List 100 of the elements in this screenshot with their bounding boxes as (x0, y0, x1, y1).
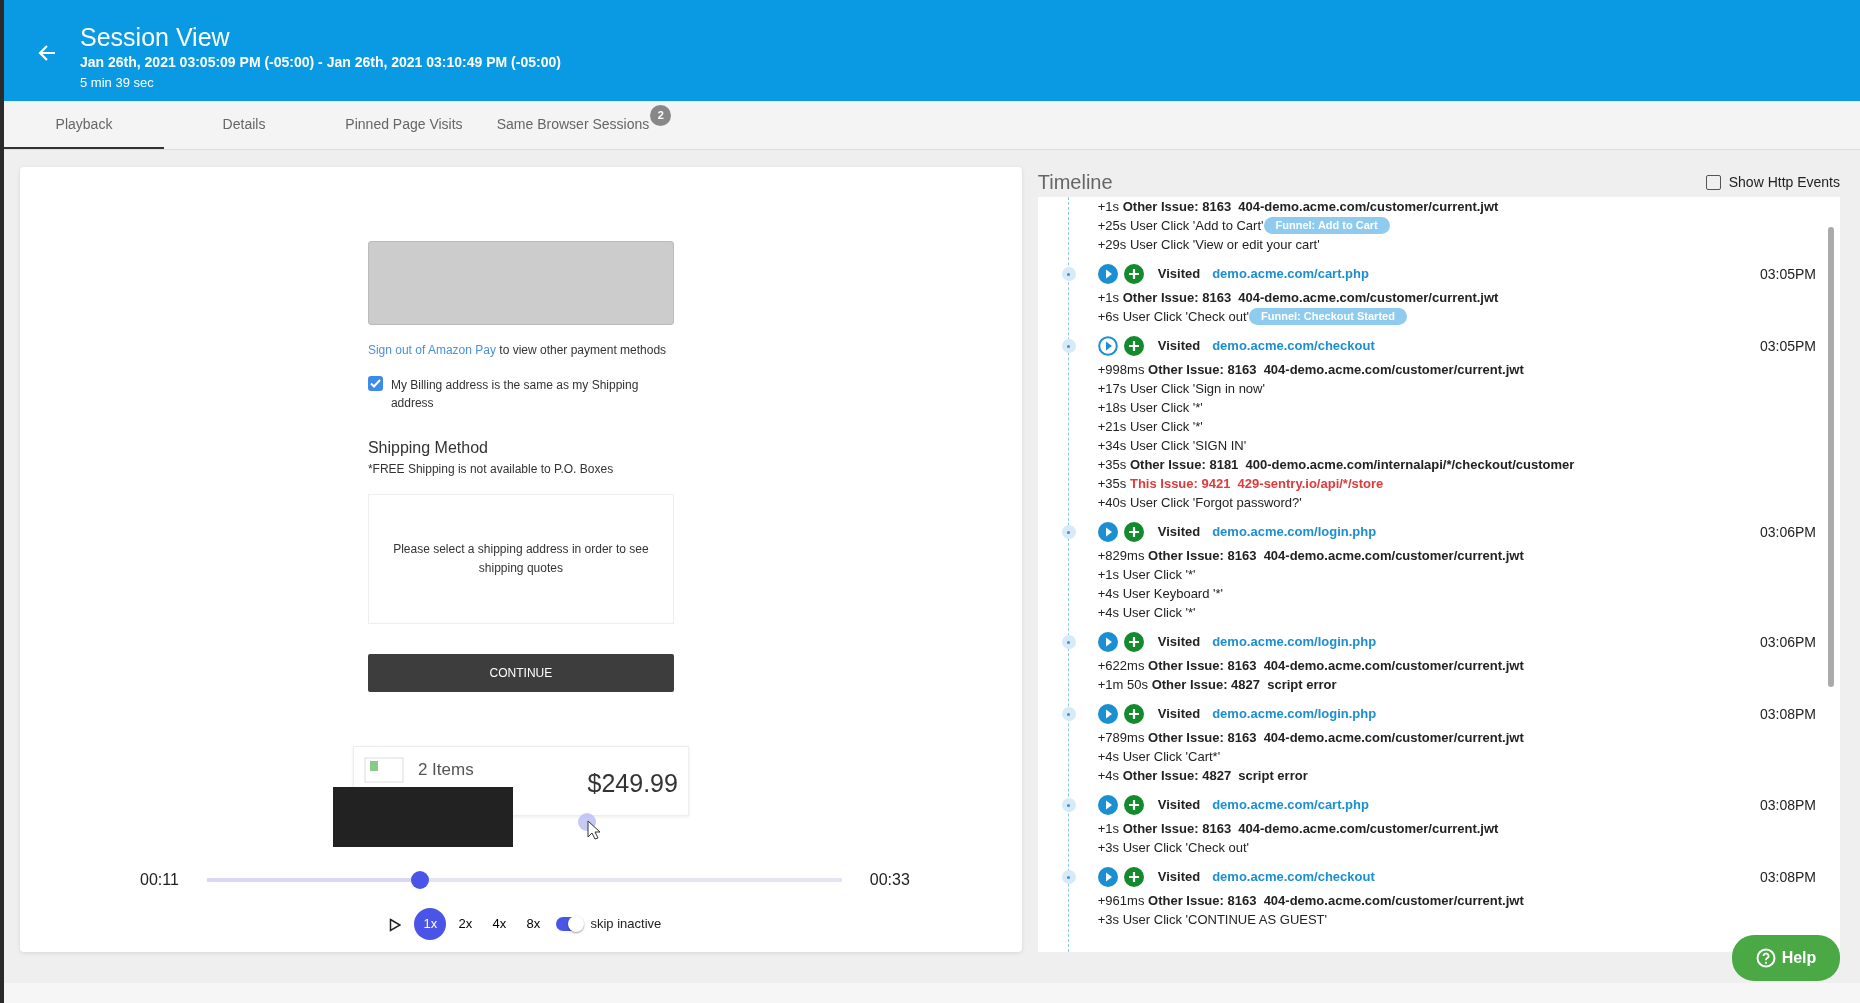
total-time: 00:33 (869, 870, 910, 890)
shipping-note: *FREE Shipping is not available to P.O. Boxes (367, 461, 615, 479)
page-link[interactable]: demo.acme.com/login.php (1212, 522, 1377, 542)
play-icon (389, 917, 402, 932)
visited-label: Visited (1157, 796, 1201, 815)
visit-time: 03:06PM (1759, 522, 1816, 542)
elapsed-time: 00:11 (140, 870, 179, 890)
page-link[interactable]: demo.acme.com/cart.php (1212, 264, 1369, 284)
tab[interactable]: Playback (4, 101, 164, 149)
visit-time: 03:08PM (1759, 867, 1816, 887)
visit-time: 03:05PM (1759, 264, 1816, 284)
add-icon[interactable] (1123, 522, 1144, 542)
add-icon[interactable] (1123, 795, 1144, 815)
shipping-message: Please select a shipping address in order to see shipping quotes (392, 541, 650, 578)
event-text: +1s Other Issue: 8163 404-demo.acme.com/customer/current.jwt (1096, 820, 1500, 838)
event-text: +34s User Click 'SIGN IN' (1096, 437, 1248, 455)
event-text: +789ms Other Issue: 8163 404-demo.acme.com/customer/current.jwt (1096, 729, 1525, 747)
event-text: +998ms Other Issue: 8163 404-demo.acme.com/customer/current.jwt (1096, 361, 1525, 379)
play-icon[interactable] (1097, 336, 1118, 356)
cart-total: $249.99 (587, 768, 678, 799)
event-text: +1s Other Issue: 8163 404-demo.acme.com/customer/current.jwt (1096, 289, 1500, 307)
play-icon[interactable] (1097, 264, 1118, 284)
page-link[interactable]: demo.acme.com/login.php (1212, 704, 1377, 724)
visit-time: 03:08PM (1759, 704, 1816, 724)
toggle-label: skip inactive (590, 915, 662, 934)
add-icon[interactable] (1123, 704, 1144, 724)
play-icon[interactable] (1097, 704, 1118, 724)
visited-label: Visited (1157, 337, 1201, 356)
play-icon[interactable] (1097, 522, 1118, 542)
timeline-node-icon (1061, 339, 1076, 353)
count-badge: 2 (650, 105, 672, 126)
toggle-switch[interactable] (556, 917, 583, 931)
speed-button[interactable]: 1x (414, 908, 447, 940)
event-text: +4s User Click '*' (1096, 604, 1197, 622)
signout-link[interactable]: Sign out of Amazon Pay (367, 343, 496, 357)
scrollbar[interactable] (1828, 227, 1834, 687)
event-text: +622ms Other Issue: 8163 404-demo.acme.com/customer/current.jwt (1096, 657, 1525, 675)
funnel-tag: Funnel: Checkout Started (1249, 308, 1407, 325)
event-text: +1s User Click '*' (1096, 566, 1197, 584)
event-text: +40s User Click 'Forgot password?' (1096, 494, 1303, 512)
continue-button[interactable]: CONTINUE (367, 654, 674, 693)
session-duration: 5 min 39 sec (80, 73, 155, 92)
page-link[interactable]: demo.acme.com/login.php (1212, 632, 1377, 652)
timeline-node-icon (1061, 525, 1076, 539)
checkbox[interactable] (367, 376, 383, 392)
event-text: +4s User Keyboard '*' (1096, 585, 1225, 603)
event-text: +6s User Click 'Check out' (1097, 308, 1250, 326)
tab[interactable]: Same Browser Sessions 2 (484, 101, 684, 149)
add-icon[interactable] (1123, 867, 1144, 887)
cart-items: 2 Items (417, 759, 474, 781)
page-link[interactable]: demo.acme.com/checkout (1212, 867, 1375, 887)
event-text: +29s User Click 'View or edit your cart' (1096, 236, 1321, 254)
speed-button[interactable]: 4x (484, 909, 515, 939)
event-text: +18s User Click '*' (1096, 399, 1204, 417)
event-text: +35s Other Issue: 8181 400-demo.acme.com/internalapi/*/checkout/customer (1096, 456, 1576, 474)
back-arrow-icon[interactable] (38, 44, 56, 62)
timeline-node-icon (1061, 870, 1076, 884)
help-icon (1755, 948, 1776, 968)
payment-text: Sign out of Amazon Pay to view other payment methods (367, 342, 668, 359)
event-text: +25s User Click 'Add to Cart' (1097, 217, 1264, 235)
help-button[interactable]: Help (1732, 935, 1840, 981)
event-text: +35s This Issue: 9421 429-sentry.io/api/*/store (1096, 475, 1385, 493)
speed-button[interactable]: 2x (450, 909, 481, 939)
page-title: Session View (80, 24, 231, 52)
play-icon[interactable] (1097, 867, 1118, 887)
event-text: +3s User Click 'CONTINUE AS GUEST' (1096, 911, 1329, 929)
timeline-node-icon (1061, 267, 1076, 281)
section-heading: Shipping Method (367, 438, 489, 459)
play-icon[interactable] (1097, 632, 1118, 652)
visited-label: Visited (1157, 523, 1201, 542)
event-text: +829ms Other Issue: 8163 404-demo.acme.com/customer/current.jwt (1096, 547, 1525, 565)
visit-time: 03:05PM (1759, 336, 1816, 356)
event-text: +4s Other Issue: 4827 script error (1096, 767, 1309, 785)
visit-time: 03:08PM (1759, 795, 1816, 815)
visited-label: Visited (1157, 633, 1201, 652)
page-link[interactable]: demo.acme.com/checkout (1212, 336, 1375, 356)
visited-label: Visited (1157, 705, 1201, 724)
add-icon[interactable] (1123, 632, 1144, 652)
play-icon[interactable] (1097, 795, 1118, 815)
tab[interactable]: Details (164, 101, 324, 149)
event-text: +17s User Click 'Sign in now' (1096, 380, 1266, 398)
page-link[interactable]: demo.acme.com/cart.php (1212, 795, 1369, 815)
checkbox-label: My Billing address is the same as my Shipping address (390, 377, 640, 413)
event-text: +1s Other Issue: 8163 404-demo.acme.com/customer/current.jwt (1096, 198, 1500, 216)
add-icon[interactable] (1123, 336, 1144, 356)
session-range: Jan 26th, 2021 03:05:09 PM (-05:00) - Jan 26th, 2021 03:10:49 PM (-05:00) (80, 52, 561, 72)
panel-title: Timeline (1037, 170, 1113, 195)
timeline-node-icon (1061, 798, 1076, 812)
event-text: +21s User Click '*' (1096, 418, 1204, 436)
event-text: +3s User Click 'Check out' (1096, 839, 1251, 857)
funnel-tag: Funnel: Add to Cart (1263, 217, 1390, 234)
show-http-checkbox[interactable]: Show Http Events (1705, 171, 1840, 193)
add-icon[interactable] (1123, 264, 1144, 284)
event-text: +1m 50s Other Issue: 4827 script error (1096, 676, 1338, 694)
slider-thumb[interactable] (410, 871, 429, 889)
speed-button[interactable]: 8x (518, 909, 549, 939)
tab[interactable]: Pinned Page Visits (324, 101, 484, 149)
broken-image-icon (363, 757, 404, 783)
timeline-node-icon (1061, 707, 1076, 721)
event-text: +961ms Other Issue: 8163 404-demo.acme.com/customer/current.jwt (1096, 892, 1525, 910)
